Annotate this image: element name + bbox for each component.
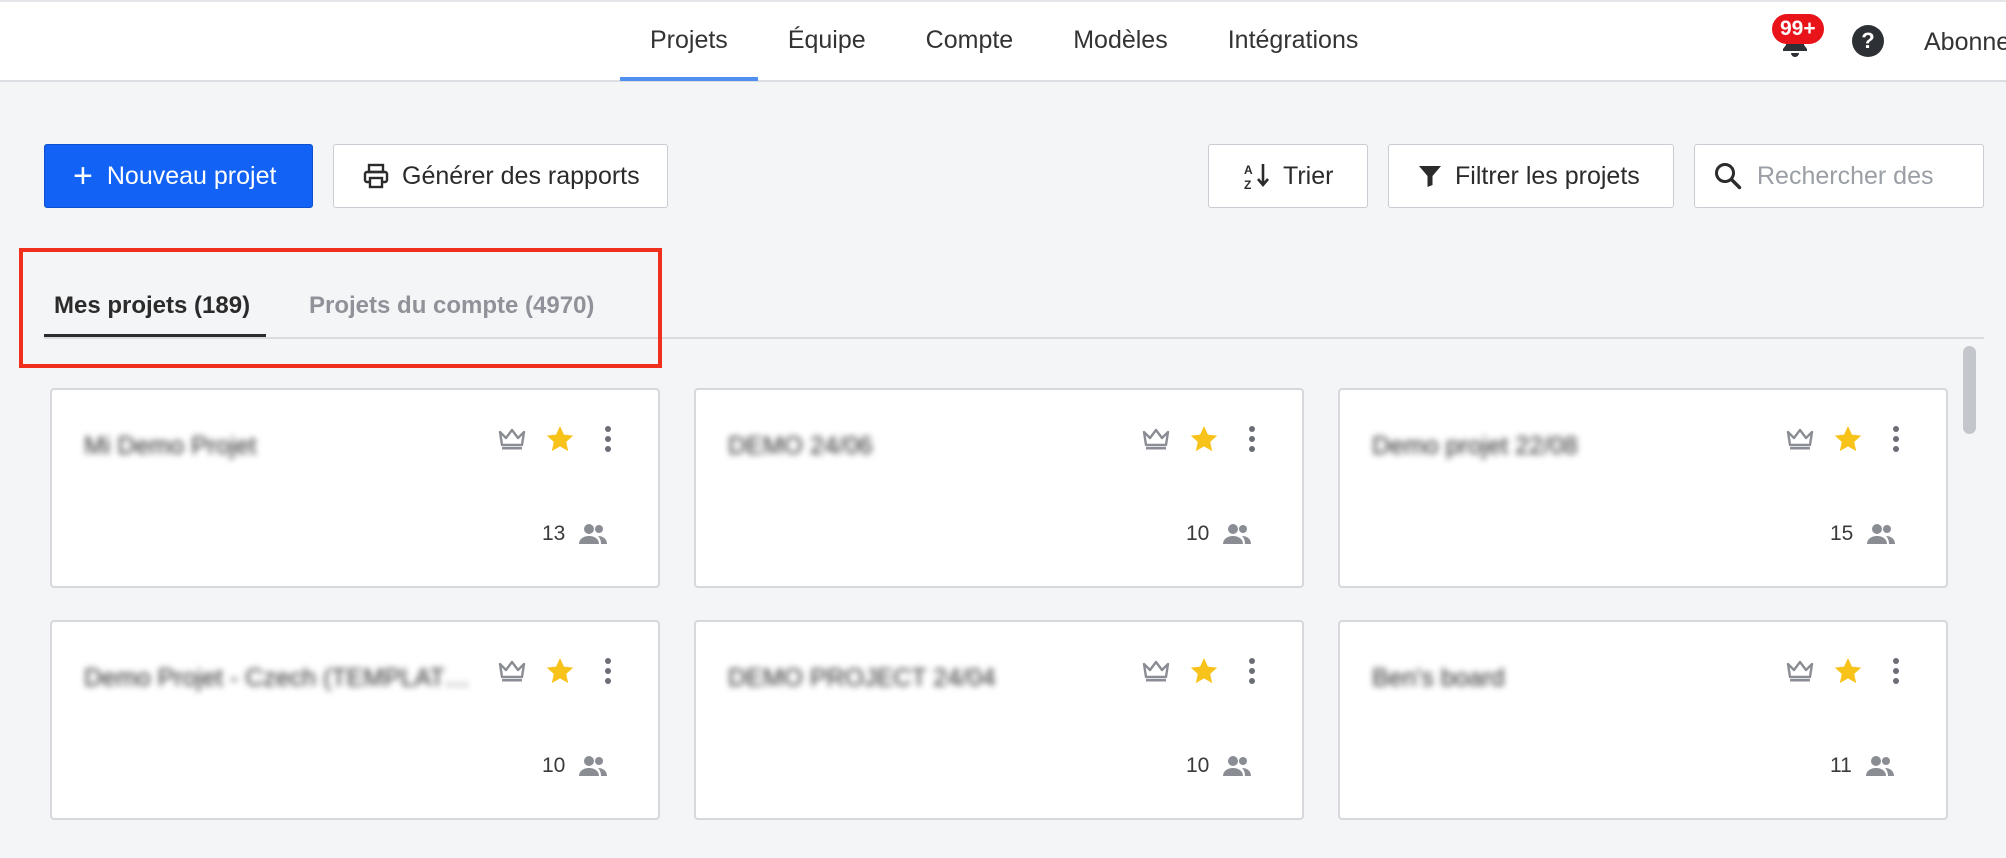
more-options-icon[interactable] (1881, 656, 1911, 686)
people-icon (579, 756, 608, 776)
crown-icon (1785, 656, 1815, 686)
new-project-label: Nouveau projet (106, 161, 277, 190)
search-icon (1715, 163, 1742, 190)
member-count-value: 13 (542, 522, 566, 545)
tab-account-projects[interactable]: Projets du compte (4970) (309, 292, 594, 320)
search-input[interactable] (1757, 161, 1967, 191)
member-count-value: 15 (1830, 522, 1854, 545)
search-box[interactable] (1694, 144, 1984, 208)
project-card[interactable]: DEMO PROJECT 24/04 10 (694, 620, 1304, 820)
star-icon[interactable] (1833, 424, 1863, 454)
project-title[interactable]: Ben's board (1372, 664, 1505, 693)
subscription-link[interactable]: Abonne (1924, 28, 2006, 57)
project-title[interactable]: Mi Demo Projet (84, 432, 256, 461)
member-count: 15 (1830, 522, 1896, 546)
member-count: 11 (1830, 754, 1894, 778)
member-count: 10 (1186, 754, 1252, 778)
people-icon (1223, 524, 1252, 544)
more-options-icon[interactable] (1881, 424, 1911, 454)
project-card-actions (1785, 656, 1911, 686)
sort-az-icon: A Z (1244, 163, 1269, 191)
people-icon (1223, 756, 1252, 776)
sort-button[interactable]: A Z Trier (1208, 144, 1368, 208)
more-options-icon[interactable] (593, 656, 623, 686)
nav-tab-compte[interactable]: Compte (896, 0, 1044, 80)
help-icon[interactable]: ? (1852, 25, 1884, 57)
project-card[interactable]: Demo Projet - Czech (TEMPLAT… 10 (50, 620, 660, 820)
generate-reports-button[interactable]: Générer des rapports (333, 144, 668, 208)
main-nav: Projets Équipe Compte Modèles Intégratio… (620, 0, 1389, 81)
member-count: 10 (542, 754, 608, 778)
project-card-actions (497, 656, 623, 686)
project-card-actions (1141, 424, 1267, 454)
project-card[interactable]: Ben's board 11 (1338, 620, 1948, 820)
sort-label: Trier (1283, 161, 1334, 190)
member-count-value: 10 (1186, 522, 1210, 545)
people-icon (579, 524, 608, 544)
crown-icon (1785, 424, 1815, 454)
filter-icon (1419, 166, 1441, 187)
member-count-value: 10 (542, 754, 566, 777)
more-options-icon[interactable] (593, 424, 623, 454)
project-title[interactable]: Demo projet 22/08 (1372, 432, 1578, 461)
new-project-button[interactable]: + Nouveau projet (44, 144, 313, 208)
star-icon[interactable] (1189, 424, 1219, 454)
project-card[interactable]: Mi Demo Projet 13 (50, 388, 660, 588)
plus-icon: + (73, 157, 93, 195)
tabs-divider (44, 337, 1984, 339)
star-icon[interactable] (545, 424, 575, 454)
crown-icon (497, 424, 527, 454)
printer-icon (363, 163, 389, 189)
crown-icon (1141, 424, 1171, 454)
top-navigation-bar: Projets Équipe Compte Modèles Intégratio… (0, 0, 2006, 82)
filter-projects-label: Filtrer les projets (1455, 161, 1640, 190)
notification-badge: 99+ (1772, 14, 1824, 44)
project-card-actions (1785, 424, 1911, 454)
project-title[interactable]: DEMO 24/06 (728, 432, 873, 461)
nav-tab-modeles[interactable]: Modèles (1043, 0, 1198, 80)
svg-text:Z: Z (1244, 178, 1251, 191)
project-card[interactable]: Demo projet 22/08 15 (1338, 388, 1948, 588)
more-options-icon[interactable] (1237, 424, 1267, 454)
more-options-icon[interactable] (1237, 656, 1267, 686)
active-tab-indicator (44, 334, 266, 337)
people-icon (1867, 524, 1896, 544)
member-count-value: 11 (1830, 754, 1852, 777)
nav-tab-equipe[interactable]: Équipe (758, 0, 896, 80)
svg-text:A: A (1244, 163, 1253, 177)
filter-projects-button[interactable]: Filtrer les projets (1388, 144, 1674, 208)
star-icon[interactable] (1189, 656, 1219, 686)
project-card-actions (1141, 656, 1267, 686)
member-count: 13 (542, 522, 608, 546)
project-card[interactable]: DEMO 24/06 10 (694, 388, 1304, 588)
scrollbar-thumb[interactable] (1963, 346, 1976, 434)
people-icon (1865, 756, 1894, 776)
tab-my-projects[interactable]: Mes projets (189) (54, 292, 250, 320)
member-count-value: 10 (1186, 754, 1210, 777)
project-title[interactable]: DEMO PROJECT 24/04 (728, 664, 996, 693)
star-icon[interactable] (545, 656, 575, 686)
nav-tab-integrations[interactable]: Intégrations (1198, 0, 1389, 80)
nav-tab-projets[interactable]: Projets (620, 0, 758, 81)
member-count: 10 (1186, 522, 1252, 546)
project-card-actions (497, 424, 623, 454)
generate-reports-label: Générer des rapports (402, 161, 640, 190)
crown-icon (1141, 656, 1171, 686)
project-title[interactable]: Demo Projet - Czech (TEMPLAT… (84, 664, 470, 693)
crown-icon (497, 656, 527, 686)
star-icon[interactable] (1833, 656, 1863, 686)
